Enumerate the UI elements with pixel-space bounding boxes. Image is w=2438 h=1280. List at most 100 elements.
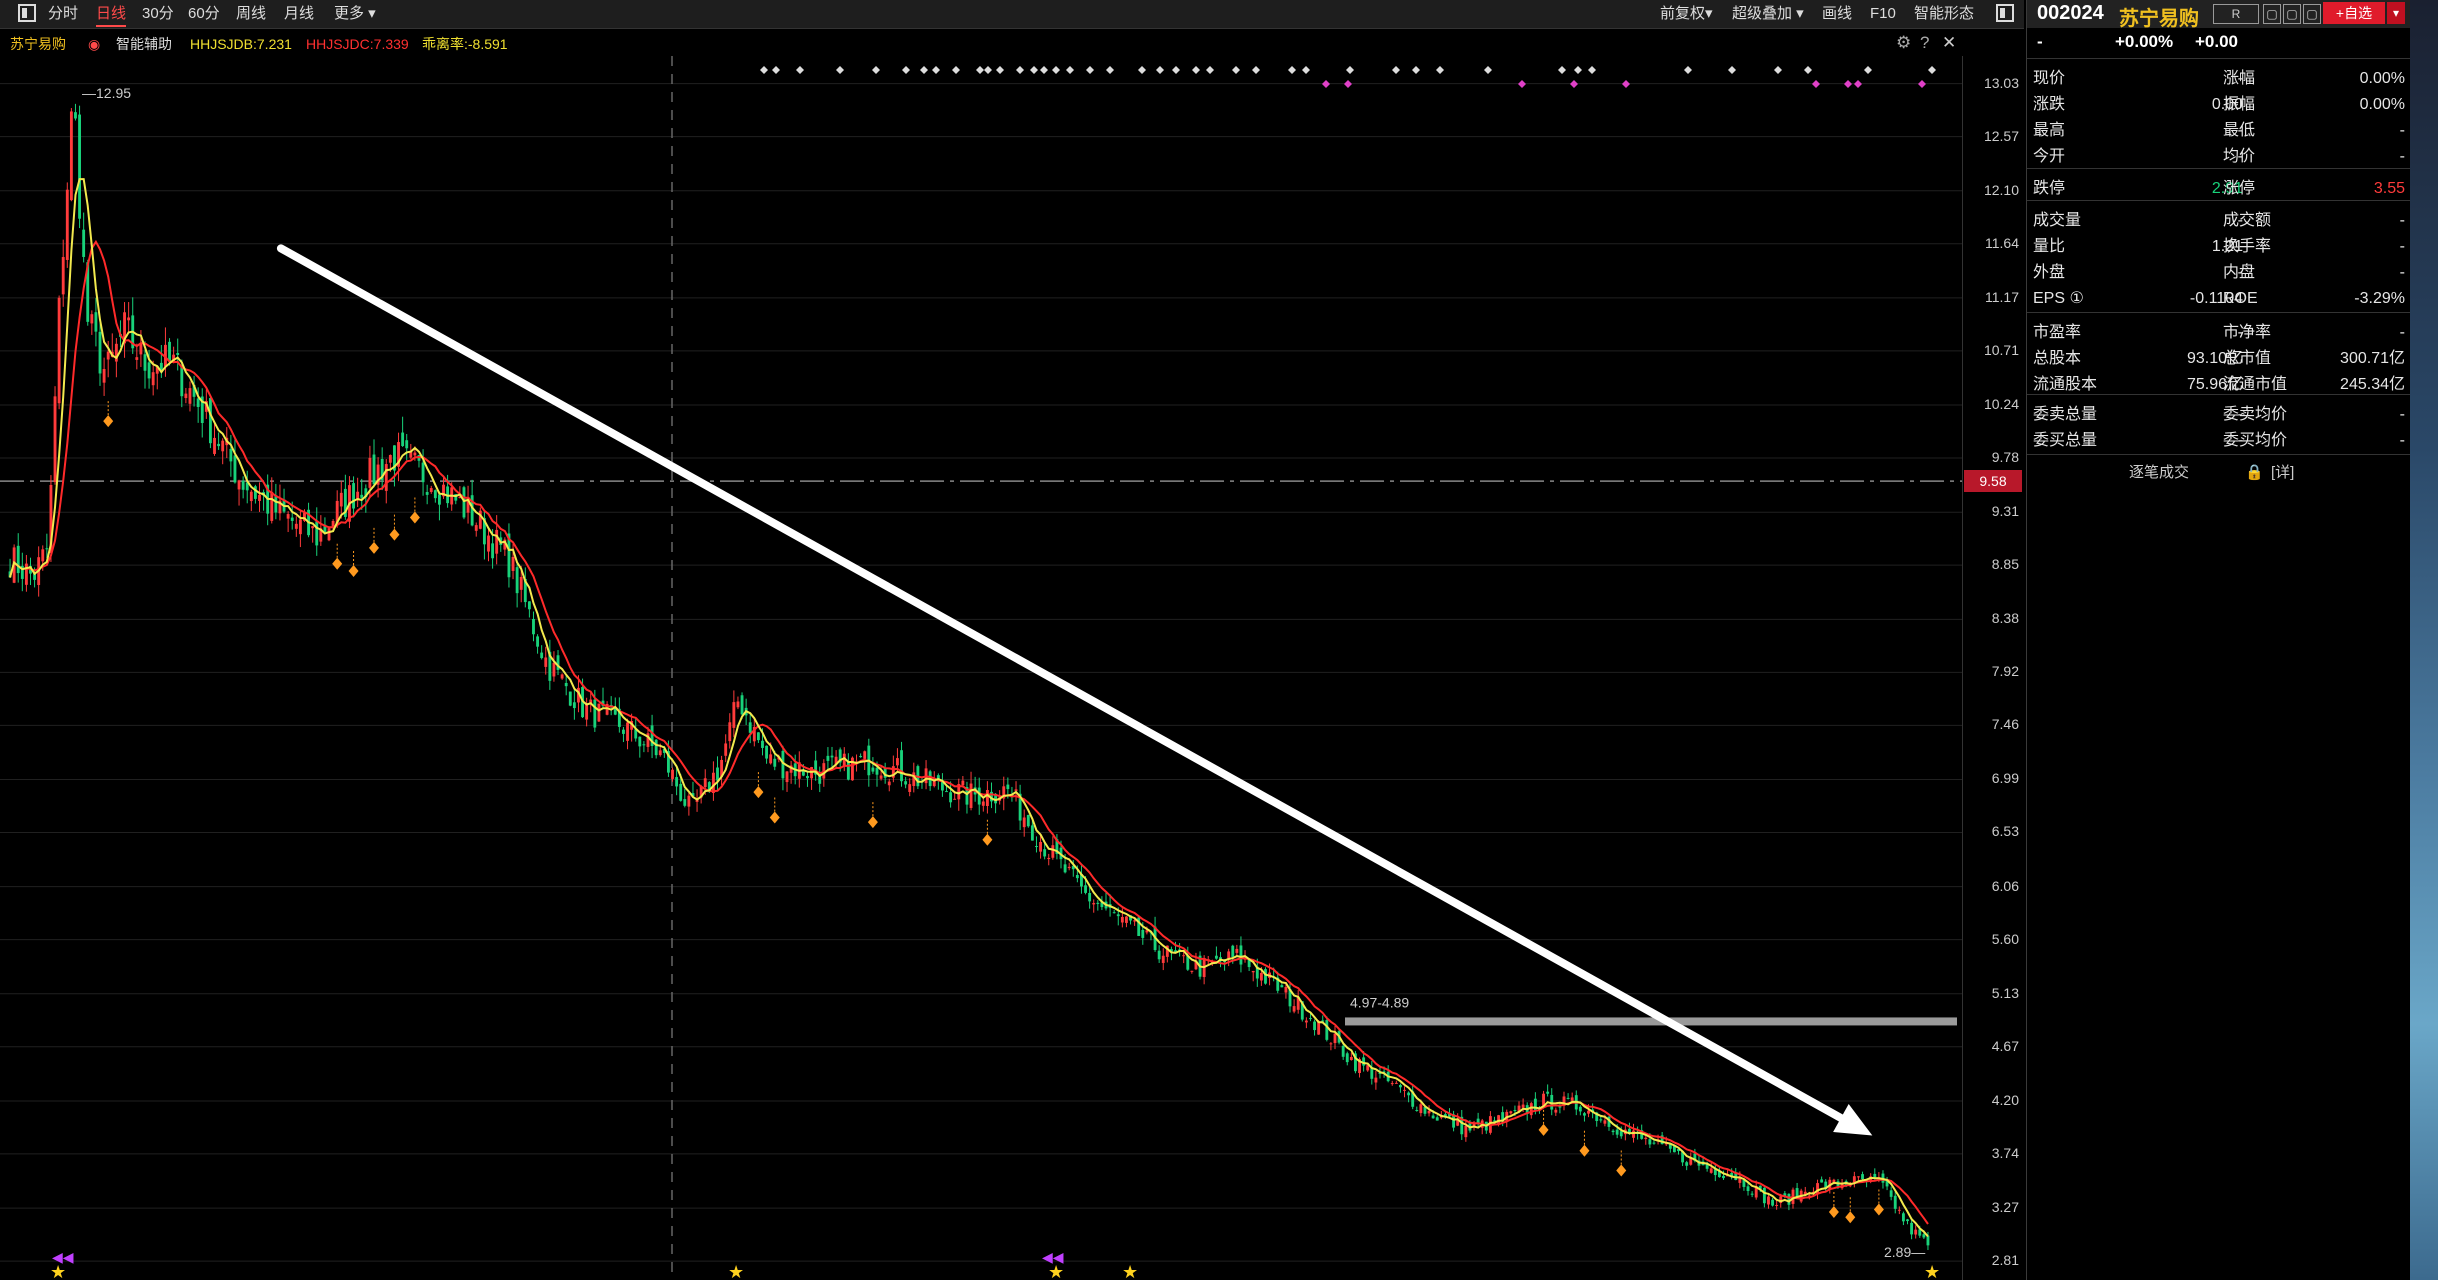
candle-body [622,729,625,734]
candle-body [1583,1113,1586,1116]
candle-body [127,317,131,321]
candle-body [879,775,883,779]
quote-label: 委卖总量 [2033,406,2098,423]
candle-body [208,398,212,444]
signal-dot [1436,66,1444,74]
candle-body [593,699,597,728]
candle-body [16,545,20,574]
help-icon[interactable]: ? [1920,33,1929,53]
candle-body [41,549,45,562]
tick-trades-label[interactable]: 逐笔成交 [2129,460,2189,486]
candle-body [168,341,171,362]
r-badge[interactable]: R [2213,4,2259,24]
copy-icon[interactable]: ▢ [2283,4,2301,24]
candle-body [1497,1115,1501,1124]
candle-body [1239,945,1243,965]
kline-chart[interactable]: 4.97-4.89—12.952.89—★ ★ ★ ★ ★◀◀ ◀◀ [0,56,1962,1280]
lock-icon[interactable]: ▢ [2263,4,2281,24]
candle-body [1578,1106,1582,1112]
signal-dot [1138,66,1146,74]
tab-weekly[interactable]: 周线 [236,0,266,28]
divider [2027,200,2411,201]
candle-body [564,682,568,687]
tab-monthly[interactable]: 月线 [284,0,314,28]
tab-daily[interactable]: 日线 [96,0,127,27]
sidebar-toggle-icon[interactable] [1996,4,2014,22]
candle-body [1906,1219,1909,1222]
low-label: 2.89— [1884,1244,1925,1260]
candle-body [24,563,28,585]
price-tick-label: 7.92 [1991,663,2019,680]
quote-row: 委卖总量 - 委卖均价 - [2027,402,2411,428]
candle-body [1599,1119,1603,1121]
candle-body [1067,866,1071,869]
candle-body [1767,1196,1770,1205]
detail-link[interactable]: [详] [2271,460,2294,486]
candle-body [1304,1020,1308,1023]
smart-pattern-button[interactable]: 智能形态 [1914,0,1974,28]
candle-body [82,229,86,257]
hhjsjdb-value: HHJSJDB:7.231 [190,36,292,52]
signal-dot [920,66,928,74]
dropdown-circle-icon[interactable]: ◉ [88,30,100,58]
signal-dot [1804,66,1812,74]
signal-dot [1864,66,1872,74]
adjust-menu[interactable]: 前复权▾ [1660,0,1713,28]
settings-icon[interactable]: ⚙ [1896,33,1911,53]
tab-intraday[interactable]: 分时 [48,0,78,28]
signal-dot [1156,66,1164,74]
close-icon[interactable]: ✕ [1942,33,1956,53]
candle-body [1521,1104,1525,1108]
tab-60min[interactable]: 60分 [188,0,220,28]
candle-body [233,455,237,483]
candle-body [294,523,298,529]
candle-body [1161,955,1165,963]
candle-body [352,483,355,509]
buy-marker [332,557,343,570]
draw-line-button[interactable]: 画线 [1822,0,1852,28]
overlay-menu[interactable]: 超级叠加 ▾ [1732,0,1804,28]
candle-body [274,495,278,513]
add-dropdown-icon[interactable]: ▾ [2387,2,2405,24]
candle-body [1644,1137,1648,1140]
tab-30min[interactable]: 30分 [142,0,174,28]
candle-body [1341,1045,1345,1057]
buy-marker [348,564,359,577]
candle-body [1096,902,1100,904]
divider [2027,454,2411,455]
quote-value: - [2399,406,2405,423]
purple-signal: ◀◀ [52,1249,74,1265]
candle-body [1889,1190,1893,1197]
quote-value: - [2399,264,2405,281]
quote-label: 委买总量 [2033,432,2098,449]
candle-body [1026,814,1030,827]
f10-button[interactable]: F10 [1870,0,1896,28]
candle-body [241,480,245,490]
smart-assist-label[interactable]: 智能辅助 [116,30,172,58]
lock-small-icon: 🔒 [2245,464,2264,481]
quote-row: 外盘 - 内盘 - [2027,260,2411,286]
more-menu[interactable]: 更多 ▾ [334,0,376,28]
candle-body [1398,1084,1402,1088]
signal-dot [1574,66,1582,74]
quote-label: 涨跌 [2033,96,2066,113]
candle-body [536,636,540,647]
add-watchlist-button[interactable]: +自选 [2323,2,2385,24]
stock-name-label: 苏宁易购 [10,36,66,52]
candle-body [491,543,495,559]
candle-body [1022,817,1026,828]
quote-value: - [2399,238,2405,255]
candle-body [1427,1110,1431,1114]
panel-toggle-icon[interactable] [18,4,36,22]
candle-body [311,526,315,529]
candle-body [229,448,233,462]
bell-icon[interactable]: ▢ [2303,4,2321,24]
signal-dot [772,66,780,74]
signal-dot [996,66,1004,74]
price-tick-label: 10.71 [1983,341,2019,358]
candle-body [1190,970,1194,972]
signal-dot [1192,66,1200,74]
candle-body [1914,1229,1918,1235]
candle-body [1910,1222,1914,1235]
candle-body [683,799,687,806]
